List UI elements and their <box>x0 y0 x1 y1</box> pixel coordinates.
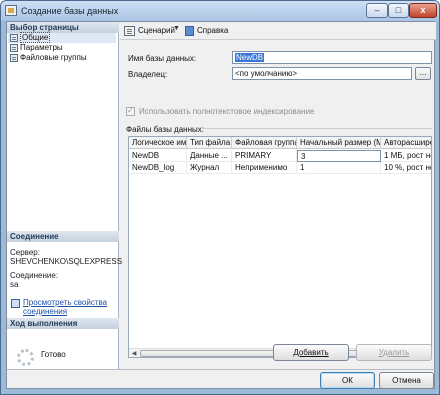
owner-input[interactable]: <по умолчанию> <box>232 67 412 80</box>
db-name-value: NewDB <box>235 53 265 62</box>
grid-header: Логическое имя Тип файла Файловая группа… <box>129 137 431 149</box>
cell-file-type[interactable]: Данные ... <box>187 150 232 162</box>
table-row[interactable]: NewDB_log Журнал Неприменимо 1 10 %, рос… <box>129 162 431 174</box>
bottom-divider <box>7 369 436 370</box>
col-autogrowth[interactable]: Авторасшире <box>381 137 431 149</box>
maximize-button[interactable]: □ <box>388 3 409 18</box>
script-button[interactable]: Сценарий <box>138 26 175 35</box>
database-files-grid[interactable]: Логическое имя Тип файла Файловая группа… <box>128 136 432 358</box>
cell-initial-size[interactable]: 3 <box>297 150 381 162</box>
server-label: Сервер: <box>10 248 40 257</box>
database-app-icon <box>5 5 17 16</box>
server-value: SHEVCHENKO\SQLEXPRESS <box>10 257 123 266</box>
cell-logical-name[interactable]: NewDB <box>129 150 187 162</box>
cell-autogrowth[interactable]: 10 %, рост не <box>381 162 431 174</box>
col-logical-name[interactable]: Логическое имя <box>129 137 187 149</box>
files-divider <box>203 128 432 129</box>
remove-file-button[interactable]: Удалить <box>356 344 432 361</box>
connection-label: Соединение: <box>10 271 59 280</box>
db-name-input[interactable]: NewDB <box>232 51 432 64</box>
cell-initial-size[interactable]: 1 <box>297 162 381 174</box>
table-row[interactable]: NewDB Данные ... PRIMARY 3 1 МБ, рост не <box>129 150 431 162</box>
progress-header: Ход выполнения <box>7 318 119 329</box>
cell-logical-name[interactable]: NewDB_log <box>129 162 187 174</box>
scroll-left-arrow-icon[interactable]: ◀ <box>129 349 139 357</box>
title-bar[interactable]: Создание базы данных – □ x <box>1 1 439 21</box>
cancel-button[interactable]: Отмена <box>379 372 434 389</box>
page-general[interactable]: Общие <box>8 32 116 43</box>
page-filegroups-label: Файловые группы <box>20 53 87 62</box>
cell-filegroup[interactable]: Неприменимо <box>232 162 297 174</box>
page-options-label: Параметры <box>20 43 63 52</box>
fulltext-label: Использовать полнотекстовое индексирован… <box>139 107 315 116</box>
page-icon <box>10 34 18 42</box>
window-title: Создание базы данных <box>21 6 119 16</box>
dialog-window: Создание базы данных – □ x Выбор страниц… <box>0 0 440 395</box>
cell-autogrowth[interactable]: 1 МБ, рост не <box>381 150 431 162</box>
files-label: Файлы базы данных: <box>126 125 204 134</box>
progress-spinner-icon <box>17 349 34 366</box>
fulltext-checkbox[interactable] <box>126 106 135 116</box>
toolbar-divider <box>120 39 436 40</box>
page-icon <box>10 44 18 52</box>
col-initial-size[interactable]: Начальный размер (МБ) <box>297 137 381 149</box>
add-file-button[interactable]: Добавить <box>273 344 349 361</box>
script-dropdown-icon[interactable]: ▼ <box>173 25 180 32</box>
properties-icon <box>11 299 20 308</box>
db-name-label: Имя базы данных: <box>128 54 197 63</box>
ok-button[interactable]: ОК <box>320 372 375 389</box>
page-general-label: Общие <box>20 32 51 43</box>
add-file-label: Добавить <box>293 348 329 357</box>
owner-label: Владелец: <box>128 70 168 79</box>
cell-filegroup[interactable]: PRIMARY <box>232 150 297 162</box>
page-filegroups[interactable]: Файловые группы <box>8 53 116 63</box>
help-icon[interactable] <box>185 26 194 36</box>
connection-value: sa <box>10 280 19 289</box>
close-button[interactable]: x <box>409 3 437 18</box>
dialog-client-area: Выбор страницы Общие Параметры Файловые … <box>6 21 436 389</box>
remove-file-label: Удалить <box>378 348 410 357</box>
progress-status: Готово <box>41 350 66 359</box>
col-file-type[interactable]: Тип файла <box>187 137 232 149</box>
script-icon[interactable] <box>124 26 135 36</box>
browse-owner-button[interactable]: ... <box>415 67 431 80</box>
col-filegroup[interactable]: Файловая группа <box>232 137 297 149</box>
left-pane: Выбор страницы Общие Параметры Файловые … <box>7 22 123 369</box>
minimize-button[interactable]: – <box>366 3 388 18</box>
cell-file-type[interactable]: Журнал <box>187 162 232 174</box>
connection-header: Соединение <box>7 231 119 242</box>
page-icon <box>10 54 18 62</box>
view-connection-properties-link[interactable]: Просмотреть свойства соединения <box>23 298 115 316</box>
page-options[interactable]: Параметры <box>8 43 116 53</box>
toolbar: Сценарий ▼ Справка <box>120 22 436 39</box>
help-button[interactable]: Справка <box>197 26 228 35</box>
